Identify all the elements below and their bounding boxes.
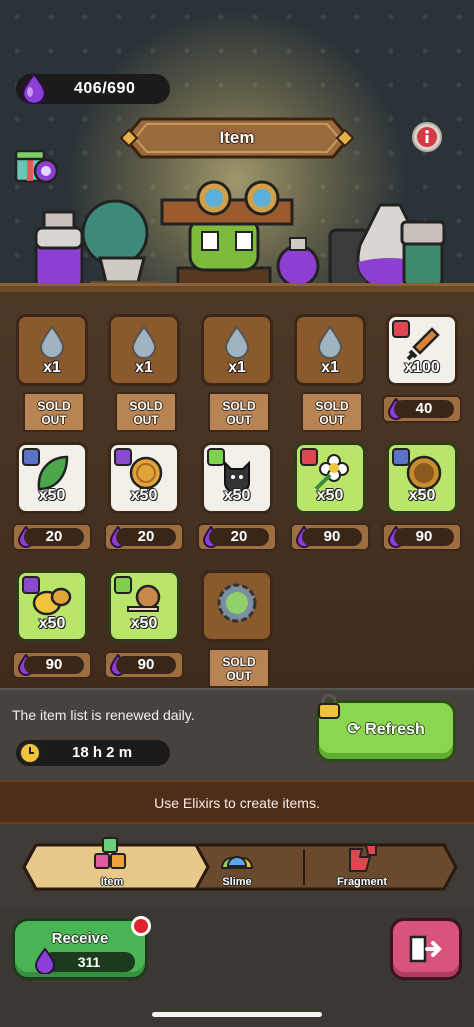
info-button[interactable] bbox=[412, 122, 442, 152]
refresh-icon: ⟳ bbox=[347, 721, 366, 738]
exit-button[interactable] bbox=[390, 918, 462, 980]
price-tag: 90 bbox=[290, 523, 370, 551]
price-tag: 90 bbox=[104, 651, 184, 679]
elixir-amount: 406/690 bbox=[74, 80, 136, 97]
sold-out-sign: SOLD OUT bbox=[208, 648, 270, 688]
price-value: 90 bbox=[394, 528, 454, 546]
shop-item-8[interactable]: x50 bbox=[201, 442, 273, 524]
title-banner: Item bbox=[119, 113, 355, 163]
water-drop-icon bbox=[131, 325, 157, 359]
item-tile: x1 bbox=[16, 314, 88, 386]
refresh-label: Refresh bbox=[365, 721, 425, 738]
shop-item-13[interactable]: SOLD OUT bbox=[201, 570, 273, 688]
price-value: 20 bbox=[116, 528, 176, 546]
water-drop-icon bbox=[39, 325, 65, 359]
snail-icon bbox=[127, 584, 161, 612]
shop-item-6[interactable]: x50 bbox=[16, 442, 88, 524]
shop-item-5[interactable]: x100 bbox=[386, 314, 458, 396]
shop-item-1[interactable]: x1 SOLD OUT bbox=[16, 314, 88, 432]
sold-out-sign: SOLD OUT bbox=[115, 392, 177, 432]
price-tag: 90 bbox=[12, 651, 92, 679]
item-quantity: x50 bbox=[223, 487, 251, 504]
price-tag: 20 bbox=[197, 523, 277, 551]
item-quantity: x1 bbox=[135, 359, 153, 376]
shop-item-7[interactable]: x50 bbox=[108, 442, 180, 524]
price-value: 90 bbox=[24, 656, 84, 674]
item-tile: x1 bbox=[108, 314, 180, 386]
use-elixir-hint: Use Elixirs to create items. bbox=[0, 780, 474, 824]
fragment-icon bbox=[349, 844, 377, 872]
elixir-drop-icon bbox=[34, 948, 56, 974]
tab-fragment-label: Fragment bbox=[336, 876, 388, 888]
item-tile: x50 bbox=[16, 570, 88, 642]
item-boxes-icon bbox=[94, 837, 126, 869]
item-tile: x50 bbox=[201, 442, 273, 514]
item-tile: x50 bbox=[294, 442, 366, 514]
item-tile bbox=[201, 570, 273, 642]
exit-door-icon bbox=[409, 935, 442, 963]
gift-bundle-button[interactable] bbox=[12, 143, 60, 187]
item-tile: x1 bbox=[201, 314, 273, 386]
gold-chunks-icon bbox=[32, 587, 72, 616]
slime-icon bbox=[220, 856, 254, 869]
shop-item-10[interactable]: x50 bbox=[386, 442, 458, 524]
item-tile: x50 bbox=[386, 442, 458, 514]
elixir-drop-icon bbox=[21, 72, 47, 104]
item-quantity: x50 bbox=[130, 487, 158, 504]
item-quantity: x50 bbox=[408, 487, 436, 504]
receive-amount: 311 bbox=[43, 952, 135, 972]
price-tag: 20 bbox=[12, 523, 92, 551]
lock-icon bbox=[318, 694, 340, 719]
item-tile: x1 bbox=[294, 314, 366, 386]
price-value: 90 bbox=[116, 656, 176, 674]
receive-label: Receive bbox=[51, 930, 109, 947]
notification-dot bbox=[131, 916, 151, 936]
item-quantity: x1 bbox=[43, 359, 61, 376]
item-quantity: x100 bbox=[404, 359, 440, 376]
item-quantity: x1 bbox=[321, 359, 339, 376]
item-quantity: x50 bbox=[38, 615, 66, 632]
item-tile: x50 bbox=[108, 442, 180, 514]
timer-value: 18 h 2 m bbox=[72, 744, 133, 761]
clock-icon bbox=[19, 742, 41, 764]
tab-slime-label: Slime bbox=[222, 876, 252, 888]
gear-slime-icon bbox=[217, 583, 257, 623]
sold-out-sign: SOLD OUT bbox=[23, 392, 85, 432]
shop-item-3[interactable]: x1 SOLD OUT bbox=[201, 314, 273, 432]
receive-button[interactable]: Receive 311 bbox=[12, 918, 148, 980]
cat-icon bbox=[224, 460, 250, 491]
refresh-timer: 18 h 2 m bbox=[16, 740, 170, 766]
water-drop-icon bbox=[317, 325, 343, 359]
price-value: 40 bbox=[394, 400, 454, 418]
price-value: 20 bbox=[209, 528, 269, 546]
item-quantity: x50 bbox=[130, 615, 158, 632]
page-title: Item bbox=[219, 128, 255, 147]
shop-item-9[interactable]: x50 bbox=[294, 442, 366, 524]
item-quantity: x1 bbox=[228, 359, 246, 376]
elixir-counter: 406/690 bbox=[16, 72, 170, 104]
shop-item-2[interactable]: x1 SOLD OUT bbox=[108, 314, 180, 432]
sold-out-sign: SOLD OUT bbox=[208, 392, 270, 432]
item-tile: x100 bbox=[386, 314, 458, 386]
shop-item-12[interactable]: x50 bbox=[108, 570, 180, 652]
price-value: 20 bbox=[24, 528, 84, 546]
info-icon bbox=[417, 127, 437, 147]
gift-box-icon bbox=[14, 149, 59, 184]
item-quantity: x50 bbox=[316, 487, 344, 504]
item-tile: x50 bbox=[16, 442, 88, 514]
shop-item-11[interactable]: x50 bbox=[16, 570, 88, 652]
price-tag: 90 bbox=[382, 523, 462, 551]
home-indicator bbox=[152, 1012, 322, 1017]
sold-out-sign: SOLD OUT bbox=[301, 392, 363, 432]
shop-item-4[interactable]: x1 SOLD OUT bbox=[294, 314, 366, 432]
price-tag: 20 bbox=[104, 523, 184, 551]
item-tile: x50 bbox=[108, 570, 180, 642]
price-tag: 40 bbox=[382, 395, 462, 423]
water-drop-icon bbox=[224, 325, 250, 359]
tab-item-label: Item bbox=[100, 876, 124, 888]
renew-text: The item list is renewed daily. bbox=[12, 707, 195, 723]
price-value: 90 bbox=[302, 528, 362, 546]
item-quantity: x50 bbox=[38, 487, 66, 504]
shop-scene: 406/690 Item bbox=[0, 0, 474, 292]
